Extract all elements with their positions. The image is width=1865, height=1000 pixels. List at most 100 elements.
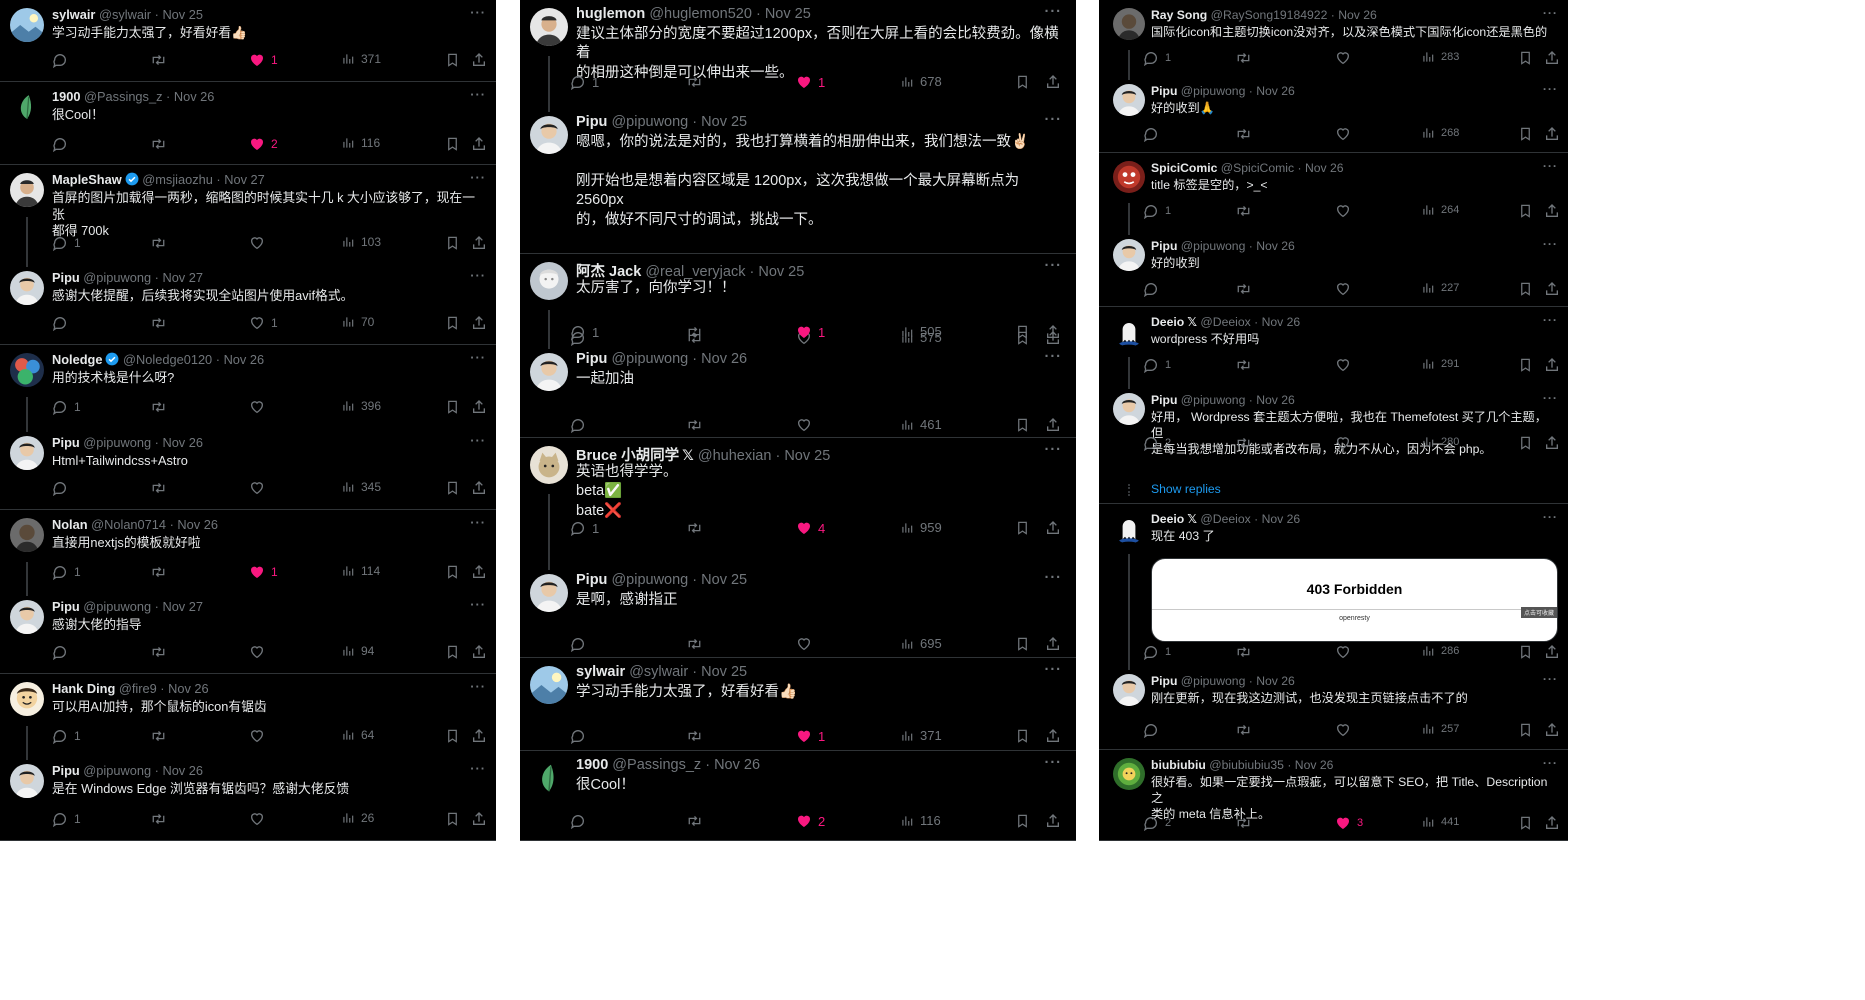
like-button[interactable] [1335, 722, 1357, 738]
user-handle[interactable]: @Deeiox [1200, 512, 1250, 526]
display-name[interactable]: MapleShaw [52, 172, 122, 187]
tweet-date[interactable]: Nov 25 [701, 572, 747, 588]
user-handle[interactable]: @Passings_z [612, 757, 701, 773]
reply-button[interactable] [1143, 722, 1165, 738]
more-options-icon[interactable]: ··· [1045, 4, 1063, 20]
reply-tweet[interactable]: Pipu @pipuwong · Nov 26 ··· 好的收到 227 [1099, 231, 1568, 307]
views-button[interactable]: 70 [341, 315, 374, 329]
like-button[interactable] [796, 417, 818, 433]
user-handle[interactable]: @RaySong19184922 [1211, 8, 1328, 22]
display-name[interactable]: sylwair [52, 7, 95, 22]
more-options-icon[interactable]: ··· [470, 761, 486, 776]
share-button[interactable] [1544, 50, 1560, 66]
like-button[interactable] [249, 811, 271, 827]
more-options-icon[interactable]: ··· [470, 268, 486, 283]
more-options-icon[interactable]: ··· [470, 5, 486, 20]
tweet-date[interactable]: Nov 26 [1305, 161, 1344, 175]
display-name[interactable]: 阿杰 Jack [576, 264, 641, 280]
tweet-date[interactable]: Nov 25 [162, 7, 203, 22]
like-button[interactable] [1335, 357, 1357, 373]
reply-tweet[interactable]: Nolan @Nolan0714 · Nov 26 ··· 直接用nextjs的模板… [0, 510, 496, 596]
user-avatar[interactable] [10, 353, 44, 387]
show-replies-link[interactable]: Show replies [1151, 482, 1221, 496]
share-button[interactable] [471, 52, 487, 68]
user-avatar[interactable] [10, 600, 44, 634]
reply-button[interactable]: 1 [1143, 357, 1171, 373]
reply-button[interactable]: 2 [1143, 815, 1171, 831]
bookmark-button[interactable] [1518, 203, 1533, 219]
bookmark-button[interactable] [1015, 417, 1030, 433]
reply-button[interactable] [1143, 126, 1165, 142]
retweet-button[interactable] [686, 74, 709, 90]
user-avatar[interactable] [530, 574, 568, 612]
display-name[interactable]: 1900 [576, 757, 608, 773]
user-handle[interactable]: @pipuwong [611, 351, 688, 367]
user-avatar[interactable] [530, 759, 568, 797]
reply-tweet[interactable]: Pipu @pipuwong · Nov 26 ··· Html+Tailwindc… [0, 428, 496, 510]
reply-button[interactable] [52, 644, 74, 660]
bookmark-button[interactable] [1518, 644, 1533, 660]
tweet-date[interactable]: Nov 26 [701, 351, 747, 367]
views-button[interactable]: 371 [341, 52, 381, 66]
more-options-icon[interactable]: ··· [1543, 313, 1558, 327]
user-handle[interactable]: @Passings_z [84, 89, 162, 104]
user-handle[interactable]: @pipuwong [1181, 239, 1246, 253]
reply-button[interactable]: 1 [1143, 644, 1171, 660]
user-handle[interactable]: @fire9 [119, 681, 157, 696]
user-handle[interactable]: @pipuwong [83, 270, 151, 285]
reply-tweet[interactable]: huglemon @huglemon520 · Nov 25 ··· 建议主体部分的… [520, 0, 1076, 112]
tweet-date[interactable]: Nov 26 [1262, 315, 1301, 329]
reply-tweet[interactable]: Pipu @pipuwong · Nov 27 ··· 感谢大佬提醒，后续我将实现全… [0, 263, 496, 345]
views-button[interactable]: 286 [1421, 644, 1459, 658]
retweet-button[interactable] [150, 728, 173, 744]
reply-button[interactable]: 1 [1143, 50, 1171, 66]
more-options-icon[interactable]: ··· [1543, 82, 1558, 96]
tweet-date[interactable]: Nov 26 [162, 763, 203, 778]
display-name[interactable]: Deeio [1151, 315, 1184, 329]
user-handle[interactable]: @real_veryjack [645, 264, 745, 280]
user-handle[interactable]: @pipuwong [83, 763, 151, 778]
retweet-button[interactable] [150, 644, 173, 660]
views-button[interactable]: 64 [341, 728, 374, 742]
views-button[interactable]: 264 [1421, 203, 1459, 217]
display-name[interactable]: huglemon [576, 6, 645, 22]
retweet-button[interactable] [686, 636, 709, 652]
reply-button[interactable] [570, 813, 592, 829]
share-button[interactable] [1544, 203, 1560, 219]
user-avatar[interactable] [530, 116, 568, 154]
bookmark-button[interactable] [1518, 435, 1533, 451]
bookmark-button[interactable] [1518, 281, 1533, 297]
share-button[interactable] [471, 644, 487, 660]
user-avatar[interactable] [530, 262, 568, 300]
reply-button[interactable] [570, 417, 592, 433]
tweet-date[interactable]: Nov 26 [1256, 239, 1295, 253]
views-button[interactable]: 678 [900, 74, 942, 89]
display-name[interactable]: sylwair [576, 664, 625, 680]
user-avatar[interactable] [1113, 758, 1145, 790]
bookmark-button[interactable] [1518, 357, 1533, 373]
share-button[interactable] [471, 564, 487, 580]
tweet-date[interactable]: Nov 26 [1295, 758, 1334, 772]
retweet-button[interactable] [150, 235, 173, 251]
more-options-icon[interactable]: ··· [1543, 756, 1558, 770]
share-button[interactable] [1544, 722, 1560, 738]
retweet-button[interactable] [150, 136, 173, 152]
tweet-date[interactable]: Nov 26 [1256, 393, 1295, 407]
tweet-date[interactable]: Nov 26 [177, 517, 218, 532]
more-options-icon[interactable]: ··· [470, 679, 486, 694]
share-button[interactable] [471, 136, 487, 152]
tweet-date[interactable]: Nov 27 [162, 270, 203, 285]
user-handle[interactable]: @Nolan0714 [91, 517, 166, 532]
views-button[interactable]: 257 [1421, 722, 1459, 736]
user-handle[interactable]: @pipuwong [611, 572, 688, 588]
views-button[interactable]: 695 [900, 636, 942, 651]
tweet-date[interactable]: Nov 26 [162, 435, 203, 450]
user-avatar[interactable] [10, 8, 44, 42]
display-name[interactable]: Noledge [52, 352, 102, 367]
reply-tweet[interactable]: sylwair @sylwair · Nov 25 ··· 学习动手能力太强了，好看… [0, 0, 496, 82]
display-name[interactable]: SpiciComic [1151, 161, 1217, 175]
bookmark-button[interactable] [1518, 126, 1533, 142]
like-button[interactable]: 1 [249, 315, 278, 331]
share-button[interactable] [1045, 74, 1061, 90]
share-button[interactable] [1045, 520, 1061, 536]
